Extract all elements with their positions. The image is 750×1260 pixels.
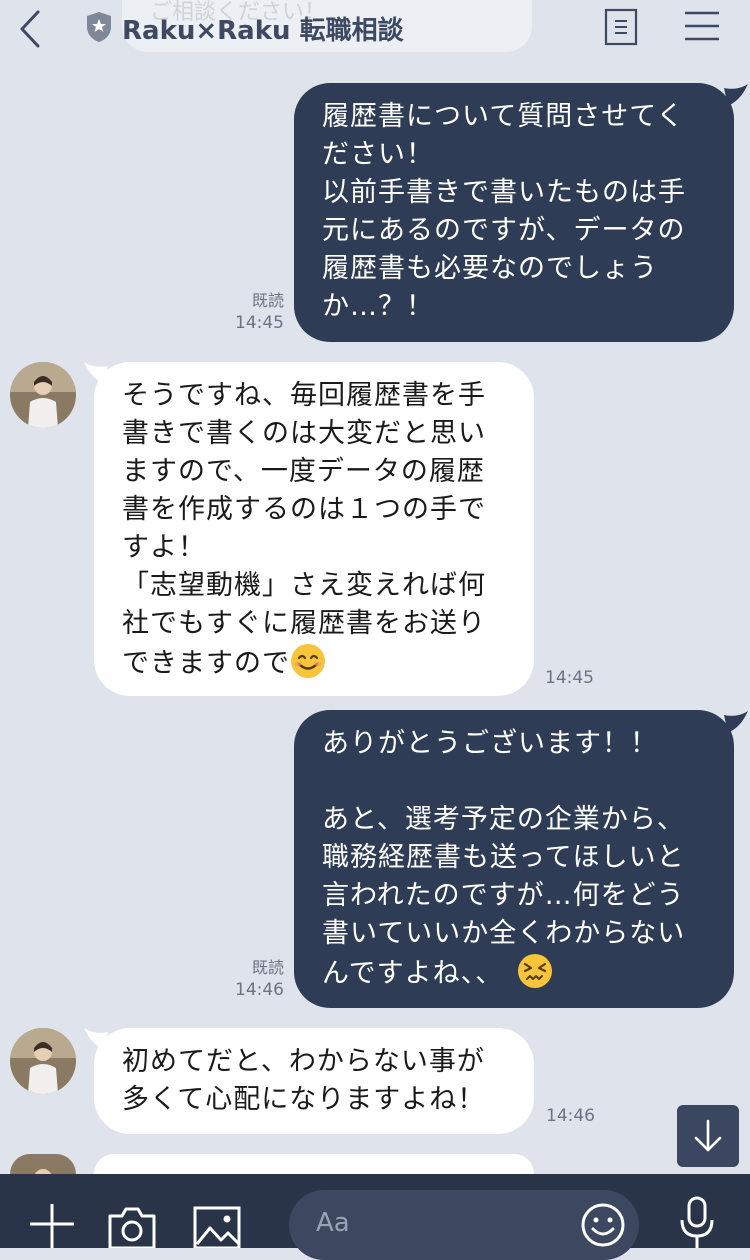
message-line: ださい！ xyxy=(322,139,434,170)
scroll-to-bottom-button[interactable] xyxy=(677,1105,739,1167)
message-line: ますので、一度データの履歴 xyxy=(122,456,485,487)
timestamp: 14:45 xyxy=(545,668,594,688)
avatar[interactable] xyxy=(10,362,76,428)
incoming-message[interactable]: そうですね、毎回履歴書を手 書きで書くのは大変だと思い ますので、一度データの履… xyxy=(94,362,534,696)
message-meta: 既読 14:45 xyxy=(226,290,284,334)
timestamp: 14:46 xyxy=(546,1106,595,1126)
timestamp: 14:45 xyxy=(235,313,284,333)
message-line: 元にあるのですが、データの xyxy=(322,215,686,246)
message-line: 職務経歴書も送ってほしいと xyxy=(322,842,685,873)
incoming-message-partial[interactable] xyxy=(94,1154,534,1174)
message-line: 「志望動機」さえ変えれば何 xyxy=(122,570,486,601)
microphone-icon[interactable] xyxy=(678,1196,716,1248)
message-line: 履歴書について質問させてく xyxy=(322,101,685,132)
message-line: 多くて心配になりますよね！ xyxy=(122,1084,486,1115)
timestamp: 14:46 xyxy=(235,980,284,1000)
message-line: 以前手書きで書いたものは手 xyxy=(322,177,686,208)
bubble-tail xyxy=(724,84,748,106)
avatar[interactable] xyxy=(10,1154,76,1174)
menu-button[interactable] xyxy=(684,10,720,42)
note-button[interactable] xyxy=(604,8,638,46)
message-line: できますので xyxy=(122,648,290,679)
message-line-with-emoji: んですよね、、 xyxy=(322,953,708,993)
chat-title: Raku×Raku 転職相談 xyxy=(122,16,404,46)
chat-header: ご相談ください！ Raku×Raku 転職相談 xyxy=(0,0,750,60)
message-line: んですよね、、 xyxy=(322,958,504,989)
message-line: 社でもすぐに履歴書をお送り xyxy=(122,608,486,639)
avatar[interactable] xyxy=(10,1028,76,1094)
back-icon xyxy=(20,10,40,48)
menu-icon xyxy=(685,11,719,41)
message-line: 書を作成するのは１つの手で xyxy=(122,494,486,525)
message-line: ありがとうございます！！ xyxy=(322,728,658,759)
note-icon xyxy=(604,8,638,46)
message-meta: 既読 14:46 xyxy=(226,957,284,1001)
message-line: すよ！ xyxy=(122,532,206,563)
outgoing-message[interactable]: ありがとうございます！！ あと、選考予定の企業から、 職務経歴書も送ってほしいと… xyxy=(294,710,734,1008)
read-receipt: 既読 xyxy=(251,291,284,310)
message-line-with-emoji: できますので xyxy=(122,643,508,683)
outgoing-message[interactable]: 履歴書について質問させてく ださい！ 以前手書きで書いたものは手 元にあるのです… xyxy=(294,83,734,342)
message-line: 書きで書くのは大変だと思い xyxy=(122,418,486,449)
read-receipt: 既読 xyxy=(251,958,284,977)
bubble-tail xyxy=(84,1028,108,1050)
plus-icon[interactable] xyxy=(28,1200,76,1248)
message-line xyxy=(322,763,708,801)
message-line: 書いていいか全くわからない xyxy=(322,918,686,949)
confounded-face-emoji xyxy=(518,954,553,988)
image-icon[interactable] xyxy=(193,1206,241,1248)
emoji-icon[interactable] xyxy=(580,1202,626,1248)
smiling-face-emoji xyxy=(291,644,325,678)
message-line: 履歴書も必要なのでしょう xyxy=(322,253,658,284)
bubble-tail xyxy=(84,362,108,384)
shield-star-icon xyxy=(84,10,114,44)
back-button[interactable] xyxy=(14,8,54,50)
message-line: 初めてだと、わからない事が xyxy=(122,1046,485,1077)
message-input-placeholder: Aa xyxy=(316,1208,350,1238)
message-line: そうですね、毎回履歴書を手 xyxy=(122,380,486,411)
scroll-down-icon xyxy=(694,1119,722,1152)
message-line: あと、選考予定の企業から、 xyxy=(322,804,685,835)
message-line: 言われたのですが…何をどう xyxy=(322,880,685,911)
bubble-tail xyxy=(724,711,748,733)
camera-icon[interactable] xyxy=(107,1204,157,1248)
incoming-message[interactable]: 初めてだと、わからない事が 多くて心配になりますよね！ xyxy=(94,1028,534,1134)
message-line: か…？！ xyxy=(322,291,434,322)
